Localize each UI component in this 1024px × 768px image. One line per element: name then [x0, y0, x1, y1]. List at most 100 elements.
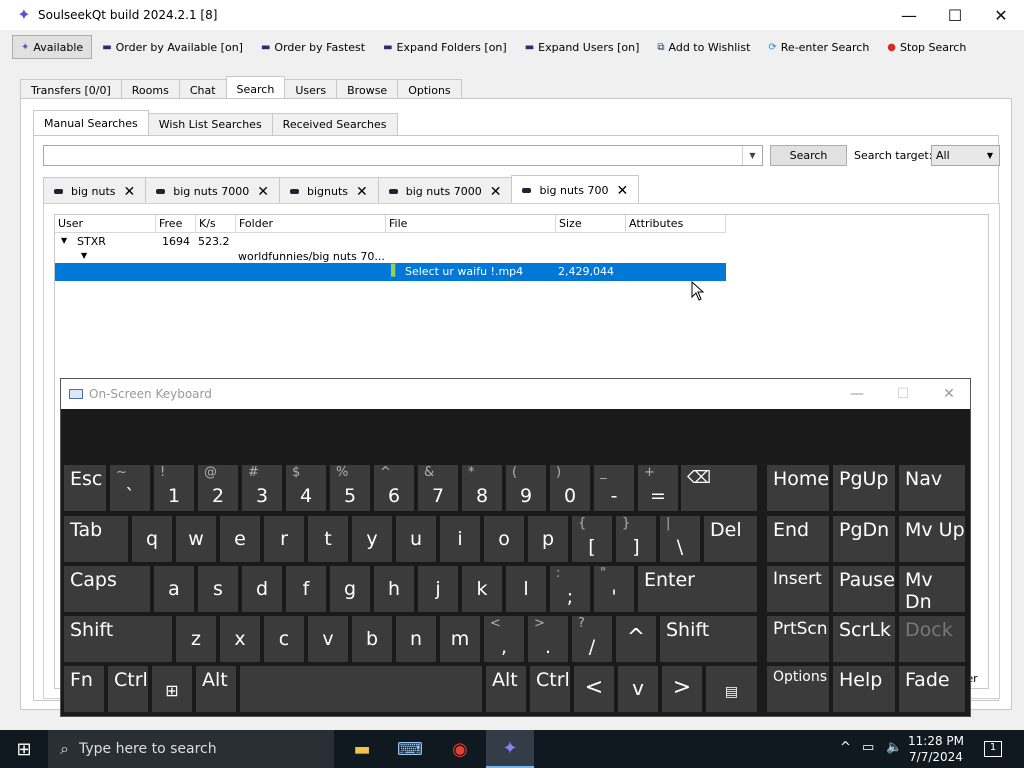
tab-received-searches[interactable]: Received Searches [271, 113, 398, 135]
soulseek-app-icon[interactable]: ✦ [486, 730, 534, 768]
order-by-available-button[interactable]: ▬ Order by Available [on] [94, 35, 251, 59]
key-fade[interactable]: Fade [899, 666, 965, 712]
key-i[interactable]: i [440, 516, 480, 562]
osk-maximize-button[interactable]: ☐ [880, 379, 926, 409]
taskbar-search[interactable]: ⌕ Type here to search [48, 730, 334, 768]
key-del[interactable]: Del [704, 516, 757, 562]
key-symbol[interactable]: }] [616, 516, 656, 562]
search-target-select[interactable]: All ▼ [931, 145, 1000, 166]
add-to-wishlist-button[interactable]: ⧉ Add to Wishlist [649, 35, 758, 59]
close-icon[interactable]: ✕ [490, 184, 502, 200]
key-alt-right[interactable]: Alt [486, 666, 526, 712]
chevron-up-icon[interactable]: ^ [840, 740, 851, 755]
key-1[interactable]: ~ ` [110, 465, 150, 511]
close-icon[interactable]: ✕ [124, 184, 136, 200]
key-shift-right[interactable]: Shift [660, 616, 757, 662]
expand-users-button[interactable]: ▬ Expand Users [on] [517, 35, 648, 59]
key-v[interactable]: v [308, 616, 348, 662]
key-insert[interactable]: Insert [767, 566, 829, 612]
key-7[interactable]: ^ 6 [374, 465, 414, 511]
key-home[interactable]: Home [767, 465, 829, 511]
key-u[interactable]: u [396, 516, 436, 562]
osk-minimize-button[interactable]: — [834, 379, 880, 409]
taskbar-clock[interactable]: 11:28 PM 7/7/2024 [908, 733, 964, 765]
on-screen-keyboard-app-icon[interactable]: ⌨ [386, 730, 434, 768]
key-t[interactable]: t [308, 516, 348, 562]
key-shift-left[interactable]: Shift [64, 616, 172, 662]
key-11[interactable]: ) 0 [550, 465, 590, 511]
key-5[interactable]: $4 [286, 465, 326, 511]
key-symbol[interactable]: " ' [594, 566, 634, 612]
key-j[interactable]: j [418, 566, 458, 612]
search-button[interactable]: Search [770, 145, 847, 166]
key-e[interactable]: e [220, 516, 260, 562]
stop-search-button[interactable]: ● Stop Search [879, 35, 974, 59]
key-9[interactable]: * 8 [462, 465, 502, 511]
close-icon[interactable]: ✕ [356, 184, 368, 200]
key-c[interactable]: c [264, 616, 304, 662]
key-h[interactable]: h [374, 566, 414, 612]
key-r[interactable]: r [264, 516, 304, 562]
key-mv-up[interactable]: Mv Up [899, 516, 965, 562]
key-q[interactable]: q [132, 516, 172, 562]
column-header-free[interactable]: Free [156, 215, 196, 233]
key-k[interactable]: k [462, 566, 502, 612]
chrome-icon[interactable]: ◉ [436, 730, 484, 768]
key-m[interactable]: m [440, 616, 480, 662]
key-backspace[interactable]: ⌫ [681, 465, 757, 511]
notifications-icon[interactable]: 1 [984, 741, 1002, 757]
key-caps[interactable]: Caps [64, 566, 150, 612]
key-space[interactable] [240, 666, 482, 712]
result-tab[interactable]: bignuts ✕ [278, 177, 379, 205]
reenter-search-button[interactable]: ⟳ Re-enter Search [760, 35, 877, 59]
key-mv-dn[interactable]: Mv Dn [899, 566, 965, 613]
key-pgdn[interactable]: PgDn [833, 516, 895, 562]
result-tab-active[interactable]: big nuts 700 ✕ [511, 175, 640, 205]
key-z[interactable]: z [176, 616, 216, 662]
key-symbol[interactable]: >. [528, 616, 568, 662]
column-header-speed[interactable]: K/s [196, 215, 236, 233]
key-ctrl-left[interactable]: Ctrl [108, 666, 148, 712]
key-esc[interactable]: Esc [64, 465, 106, 511]
key-ctrl-right[interactable]: Ctrl [530, 666, 570, 712]
column-header-folder[interactable]: Folder [236, 215, 386, 233]
key-scrlk[interactable]: ScrLk [833, 616, 895, 662]
key-help[interactable]: Help [833, 666, 895, 712]
expand-arrow-icon[interactable]: ▼ [81, 251, 87, 260]
key-end[interactable]: End [767, 516, 829, 562]
key-enter[interactable]: Enter [638, 566, 757, 612]
result-folder[interactable]: worldfunnies/big nuts 70... [238, 250, 385, 263]
key-12[interactable]: _ - [594, 465, 634, 511]
osk-close-button[interactable]: ✕ [926, 379, 972, 409]
key-4[interactable]: #3 [242, 465, 282, 511]
close-icon[interactable]: ✕ [257, 184, 269, 200]
key-13[interactable]: + = [638, 465, 678, 511]
key-pgup[interactable]: PgUp [833, 465, 895, 511]
key-up-arrow[interactable]: ^ [616, 616, 656, 662]
key-windows[interactable]: ⊞ [152, 666, 192, 712]
expand-folders-button[interactable]: ▬ Expand Folders [on] [375, 35, 515, 59]
expand-arrow-icon[interactable]: ▼ [61, 236, 67, 245]
key-left-arrow[interactable]: < [574, 666, 614, 712]
volume-muted-icon[interactable]: 🔈 [886, 740, 902, 755]
key-fn[interactable]: Fn [64, 666, 104, 712]
key-a[interactable]: a [154, 566, 194, 612]
key-symbol[interactable]: | \ [660, 516, 700, 562]
key-menu[interactable]: ▤ [706, 666, 757, 712]
key-alt-left[interactable]: Alt [196, 666, 236, 712]
key-y[interactable]: y [352, 516, 392, 562]
key-nav[interactable]: Nav [899, 465, 965, 511]
file-explorer-icon[interactable]: ▬ [338, 730, 386, 768]
result-tab[interactable]: big nuts 7000 ✕ [377, 177, 513, 205]
column-header-attributes[interactable]: Attributes [626, 215, 726, 233]
result-user[interactable]: STXR [77, 235, 106, 248]
key-g[interactable]: g [330, 566, 370, 612]
key-3[interactable]: @2 [198, 465, 238, 511]
key-x[interactable]: x [220, 616, 260, 662]
key-tab[interactable]: Tab [64, 516, 128, 562]
column-header-size[interactable]: Size [556, 215, 626, 233]
close-icon[interactable]: ✕ [616, 183, 628, 199]
key-w[interactable]: w [176, 516, 216, 562]
key-prtscn[interactable]: PrtScn [767, 616, 829, 662]
key-s[interactable]: s [198, 566, 238, 612]
